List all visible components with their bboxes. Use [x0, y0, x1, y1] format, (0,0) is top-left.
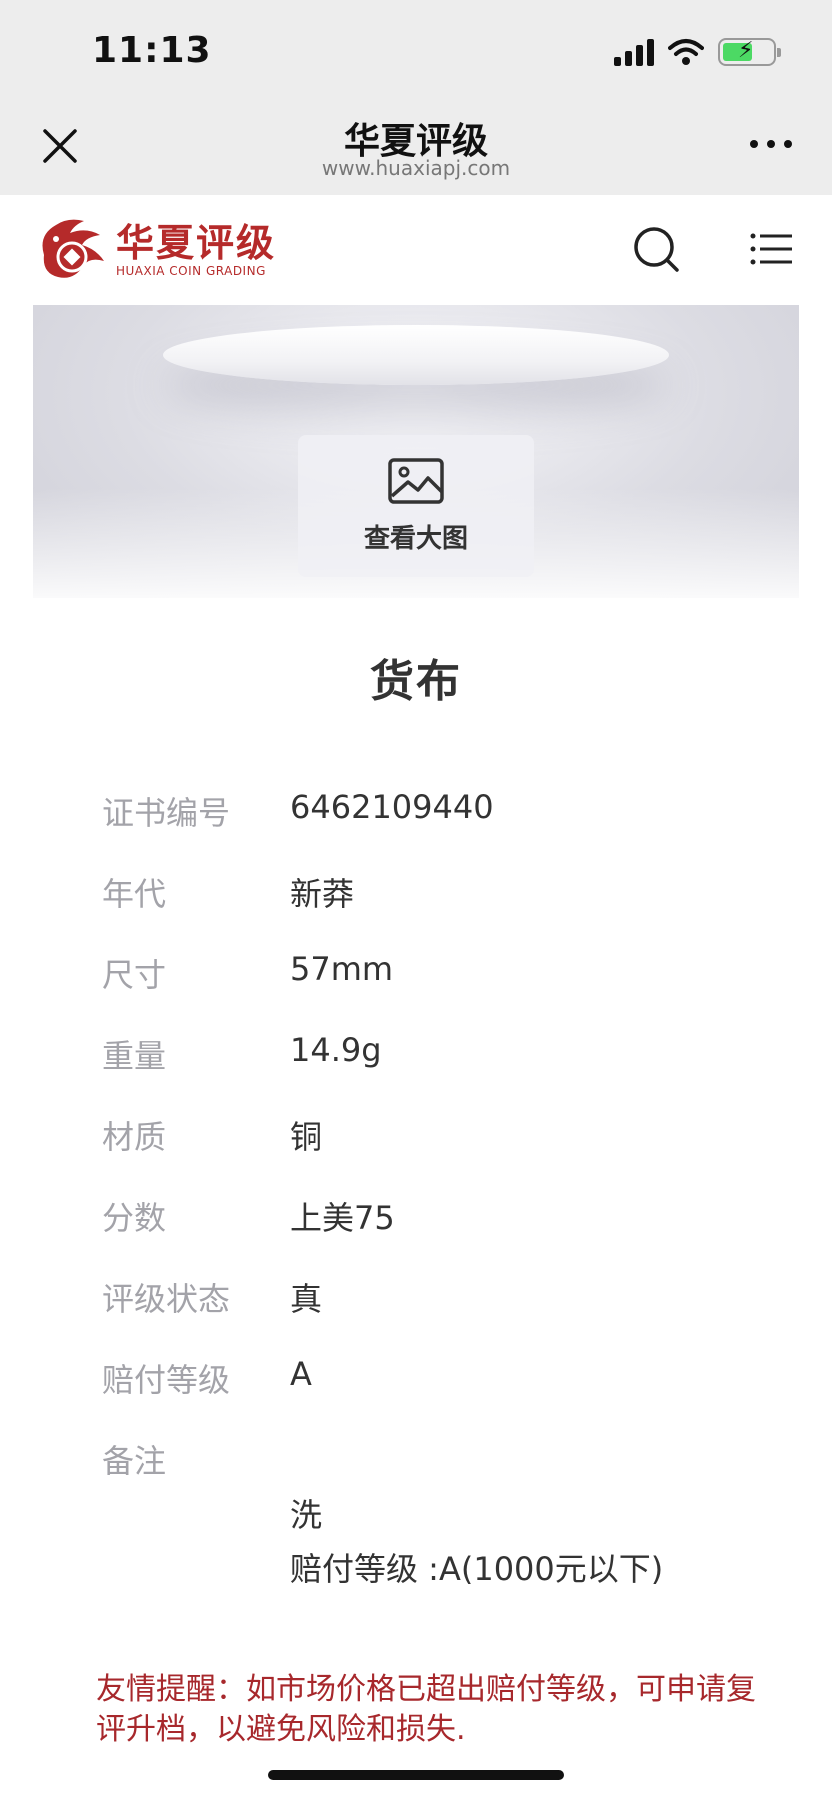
detail-label: 重量	[102, 1037, 167, 1075]
remark-line-2: 赔付等级 :A(1000元以下)	[290, 1550, 664, 1588]
remark-line-1: 洗	[290, 1496, 323, 1534]
status-time: 11:13	[92, 30, 212, 71]
coin-image-area: 查看大图	[33, 305, 799, 598]
nav-url: www.huaxiapj.com	[321, 156, 511, 180]
detail-row-certificate: 证书编号 6462109440	[102, 780, 802, 861]
detail-row-size: 尺寸 57mm	[102, 942, 802, 1023]
detail-value: 57mm	[290, 950, 394, 988]
details-list: 证书编号 6462109440 年代 新莽 尺寸 57mm 重量 14.9g 材…	[102, 780, 802, 1598]
detail-row-era: 年代 新莽	[102, 861, 802, 942]
detail-value: 真	[290, 1280, 323, 1318]
detail-value: 6462109440	[290, 788, 494, 826]
detail-row-compensation-level: 赔付等级 A	[102, 1347, 802, 1428]
detail-label: 尺寸	[102, 956, 167, 994]
detail-label: 评级状态	[102, 1280, 231, 1318]
detail-label: 年代	[102, 875, 167, 913]
menu-icon[interactable]	[750, 231, 794, 267]
detail-row-weight: 重量 14.9g	[102, 1023, 802, 1104]
detail-row-score: 分数 上美75	[102, 1185, 802, 1266]
detail-row-material: 材质 铜	[102, 1104, 802, 1185]
battery-icon: ⚡	[718, 38, 781, 66]
detail-row-grading-status: 评级状态 真	[102, 1266, 802, 1347]
page-title: 货布	[370, 656, 462, 707]
site-header: 华夏评级 HUAXIA COIN GRADING	[0, 195, 832, 305]
detail-label: 材质	[102, 1118, 167, 1156]
detail-value: 铜	[290, 1118, 323, 1156]
dragon-coin-logo-icon	[42, 219, 104, 278]
detail-value: 14.9g	[290, 1031, 382, 1069]
image-icon	[388, 457, 444, 504]
detail-label: 备注	[102, 1442, 167, 1480]
wifi-icon	[668, 39, 704, 65]
detail-value: A	[290, 1355, 312, 1393]
display-pedestal	[163, 325, 669, 385]
search-icon[interactable]	[632, 225, 682, 275]
detail-label: 证书编号	[102, 794, 231, 832]
site-logo[interactable]: 华夏评级 HUAXIA COIN GRADING	[34, 215, 276, 285]
logo-chinese-text: 华夏评级	[116, 221, 277, 265]
view-large-image-label: 查看大图	[363, 523, 468, 554]
cellular-signal-icon	[614, 38, 654, 66]
home-indicator[interactable]	[268, 1770, 564, 1780]
more-options-icon[interactable]	[750, 140, 792, 148]
status-icons: ⚡	[614, 38, 781, 66]
detail-value: 上美75	[290, 1199, 395, 1237]
detail-value: 新莽	[290, 875, 355, 913]
detail-label: 赔付等级	[102, 1361, 231, 1399]
view-large-image-button[interactable]: 查看大图	[298, 435, 534, 577]
detail-label: 分数	[102, 1199, 167, 1237]
detail-row-remark: 备注 洗 赔付等级 :A(1000元以下)	[102, 1428, 802, 1598]
friendly-reminder: 友情提醒：如市场价格已超出赔付等级，可申请复评升档，以避免风险和损失.	[96, 1672, 756, 1747]
logo-english-text: HUAXIA COIN GRADING	[116, 264, 266, 278]
